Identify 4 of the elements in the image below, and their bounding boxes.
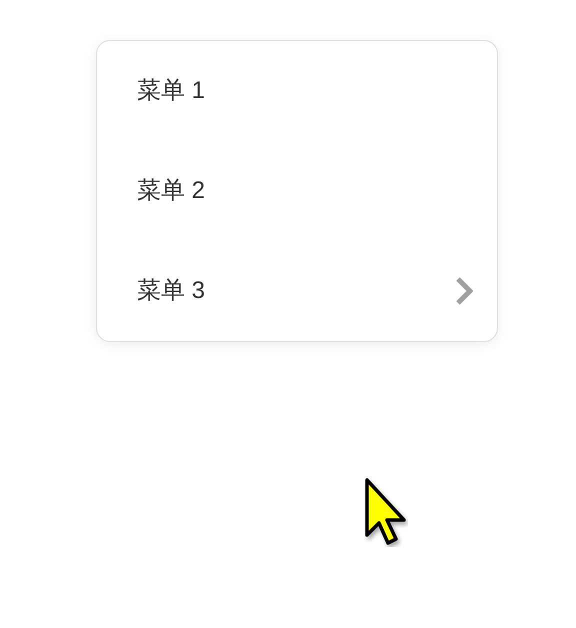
cursor-icon xyxy=(364,477,408,547)
menu-item[interactable]: 菜单 2 xyxy=(97,141,497,241)
menu-item[interactable]: 菜单 1 xyxy=(97,41,497,141)
menu-item[interactable]: 菜单 3 xyxy=(97,241,497,341)
